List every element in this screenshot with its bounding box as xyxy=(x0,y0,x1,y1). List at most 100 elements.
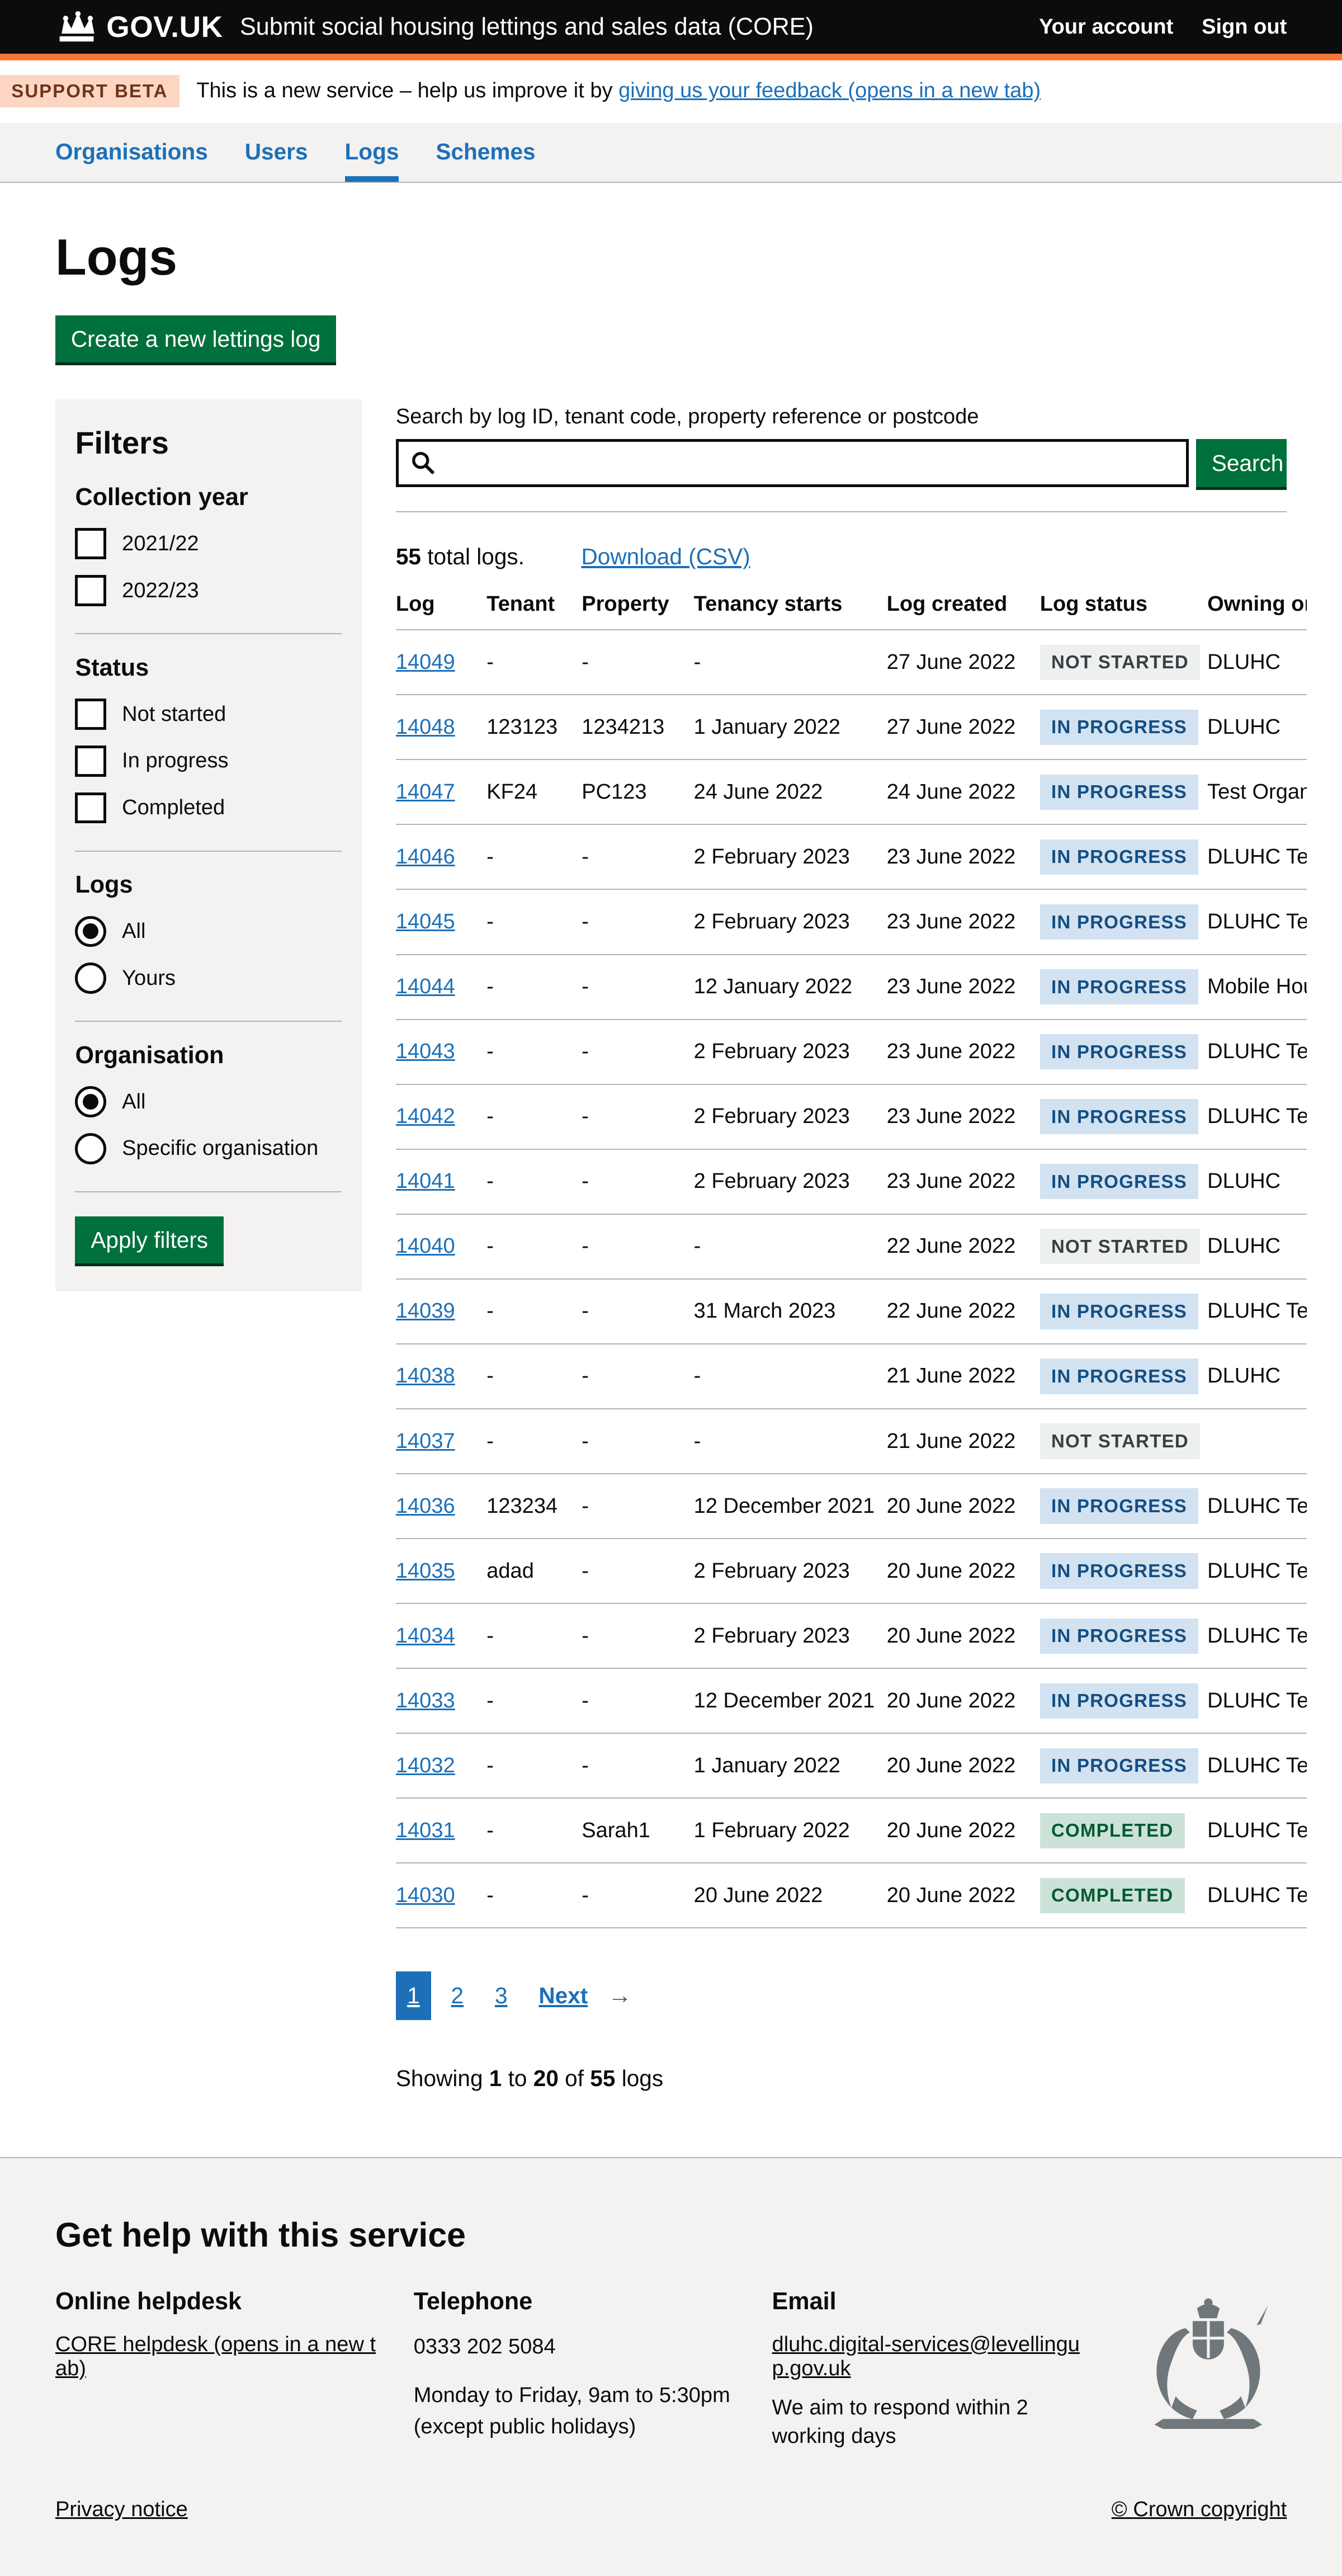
log-link-14034[interactable]: 14034 xyxy=(396,1624,455,1648)
filters-groups: Collection year 2021/22 2022/23 Status Not s… xyxy=(75,464,342,1192)
cell-log-created: 23 June 2022 xyxy=(887,955,1040,1020)
filter-group-legend: Status xyxy=(75,654,342,682)
radio-control[interactable] xyxy=(75,1133,106,1164)
cell-tenant: - xyxy=(486,955,582,1020)
checkbox-control[interactable] xyxy=(75,528,106,559)
feedback-link[interactable]: giving us your feedback (opens in a new … xyxy=(618,79,1041,102)
cell-log-status: IN PROGRESS xyxy=(1040,759,1207,824)
checkbox-option-in-progress[interactable]: In progress xyxy=(75,746,342,777)
cell-tenancy-starts: 2 February 2023 xyxy=(694,1084,887,1149)
cell-tenant: - xyxy=(486,1214,582,1279)
log-link-14046[interactable]: 14046 xyxy=(396,845,455,869)
page-title: Logs xyxy=(55,228,1287,287)
privacy-notice-link[interactable]: Privacy notice xyxy=(55,2498,188,2522)
footer-heading: Get help with this service xyxy=(55,2215,1287,2254)
log-link-14036[interactable]: 14036 xyxy=(396,1494,455,1518)
log-link-14032[interactable]: 14032 xyxy=(396,1754,455,1777)
page-link-2[interactable]: 2 xyxy=(440,1971,475,2021)
email-link[interactable]: dluhc.digital-services@levellingup.gov.u… xyxy=(772,2333,1097,2381)
log-link-14039[interactable]: 14039 xyxy=(396,1299,455,1323)
cell-property: - xyxy=(582,1539,693,1603)
radio-option-all[interactable]: All xyxy=(75,1086,342,1117)
download-csv-link[interactable]: Download (CSV) xyxy=(581,544,750,570)
log-link-14038[interactable]: 14038 xyxy=(396,1364,455,1388)
cell-tenant: - xyxy=(486,1149,582,1214)
search-button[interactable]: Search xyxy=(1196,439,1287,487)
radio-option-specific-organisation[interactable]: Specific organisation xyxy=(75,1133,342,1164)
apply-filters-button[interactable]: Apply filters xyxy=(75,1216,224,1263)
option-label: All xyxy=(122,919,145,943)
cell-tenant: - xyxy=(486,1863,582,1928)
nav-item-schemes[interactable]: Schemes xyxy=(436,139,535,182)
page-link-1[interactable]: 1 xyxy=(396,1971,431,2021)
radio-selected-dot xyxy=(83,923,98,939)
radio-option-yours[interactable]: Yours xyxy=(75,963,342,994)
status-badge: IN PROGRESS xyxy=(1040,1294,1199,1329)
cell-property: - xyxy=(582,1668,693,1733)
filter-group-legend: Collection year xyxy=(75,484,342,511)
cell-property: - xyxy=(582,1084,693,1149)
cell-owning-organisation: DLUHC Tes xyxy=(1207,1539,1307,1603)
col-header-property: Property xyxy=(582,573,693,630)
checkbox-control[interactable] xyxy=(75,792,106,824)
cell-log-status: IN PROGRESS xyxy=(1040,1344,1207,1409)
showing-part: 1 xyxy=(489,2065,502,2091)
checkbox-control[interactable] xyxy=(75,575,106,606)
next-arrow-icon[interactable]: → xyxy=(608,1982,632,2009)
radio-control[interactable] xyxy=(75,1086,106,1117)
radio-control[interactable] xyxy=(75,963,106,994)
checkbox-option-not-started[interactable]: Not started xyxy=(75,699,342,730)
radio-control[interactable] xyxy=(75,916,106,947)
cell-log: 14047 xyxy=(396,759,486,824)
crown-copyright-link[interactable]: © Crown copyright xyxy=(1112,2498,1287,2522)
checkbox-control[interactable] xyxy=(75,699,106,730)
cell-log: 14046 xyxy=(396,824,486,889)
log-link-14044[interactable]: 14044 xyxy=(396,975,455,998)
header-link-sign-out[interactable]: Sign out xyxy=(1202,15,1287,39)
nav-item-organisations[interactable]: Organisations xyxy=(55,139,208,182)
log-link-14035[interactable]: 14035 xyxy=(396,1559,455,1583)
status-badge: COMPLETED xyxy=(1040,1813,1185,1848)
cell-tenant: - xyxy=(486,1798,582,1863)
govuk-logo[interactable]: GOV.UK xyxy=(55,10,223,44)
checkbox-option-completed[interactable]: Completed xyxy=(75,792,342,824)
log-link-14042[interactable]: 14042 xyxy=(396,1105,455,1128)
create-lettings-log-button[interactable]: Create a new lettings log xyxy=(55,315,336,362)
log-link-14049[interactable]: 14049 xyxy=(396,650,455,674)
log-link-14031[interactable]: 14031 xyxy=(396,1819,455,1842)
telephone-number: 0333 202 5084 xyxy=(414,2333,738,2361)
log-link-14037[interactable]: 14037 xyxy=(396,1429,455,1453)
log-link-14040[interactable]: 14040 xyxy=(396,1234,455,1258)
log-link-14041[interactable]: 14041 xyxy=(396,1169,455,1193)
telephone-hours: (except public holidays) xyxy=(414,2413,738,2441)
search-input[interactable] xyxy=(437,442,1186,484)
footer-link-online-helpdesk[interactable]: CORE helpdesk (opens in a new tab) xyxy=(55,2333,380,2381)
filter-group-organisation: OrganisationAllSpecific organisation xyxy=(75,1022,342,1192)
checkbox-control[interactable] xyxy=(75,746,106,777)
table-row: 14033--12 December 202120 June 2022IN PR… xyxy=(396,1668,1307,1733)
log-link-14047[interactable]: 14047 xyxy=(396,780,455,804)
next-page-link[interactable]: Next xyxy=(527,1971,599,2021)
page-link-3[interactable]: 3 xyxy=(484,1971,519,2021)
cell-log-status: IN PROGRESS xyxy=(1040,695,1207,759)
nav-item-logs[interactable]: Logs xyxy=(345,139,399,182)
cell-owning-organisation: DLUHC xyxy=(1207,695,1307,759)
log-link-14033[interactable]: 14033 xyxy=(396,1689,455,1712)
radio-option-all[interactable]: All xyxy=(75,916,342,947)
checkbox-option-2021-22[interactable]: 2021/22 xyxy=(75,528,342,559)
checkbox-option-2022-23[interactable]: 2022/23 xyxy=(75,575,342,606)
cell-owning-organisation: DLUHC Tes xyxy=(1207,1020,1307,1084)
service-name[interactable]: Submit social housing lettings and sales… xyxy=(240,13,814,41)
nav-item-users[interactable]: Users xyxy=(245,139,308,182)
status-badge: IN PROGRESS xyxy=(1040,1748,1199,1784)
log-link-14045[interactable]: 14045 xyxy=(396,910,455,933)
header-link-your-account[interactable]: Your account xyxy=(1039,15,1173,39)
cell-log: 14045 xyxy=(396,889,486,954)
log-link-14030[interactable]: 14030 xyxy=(396,1884,455,1907)
log-link-14043[interactable]: 14043 xyxy=(396,1040,455,1063)
footer-columns: Online helpdeskCORE helpdesk (opens in a… xyxy=(55,2288,1287,2464)
cell-log: 14030 xyxy=(396,1863,486,1928)
cell-log-status: IN PROGRESS xyxy=(1040,889,1207,954)
footer-col-heading: Email xyxy=(772,2288,1097,2315)
log-link-14048[interactable]: 14048 xyxy=(396,715,455,739)
